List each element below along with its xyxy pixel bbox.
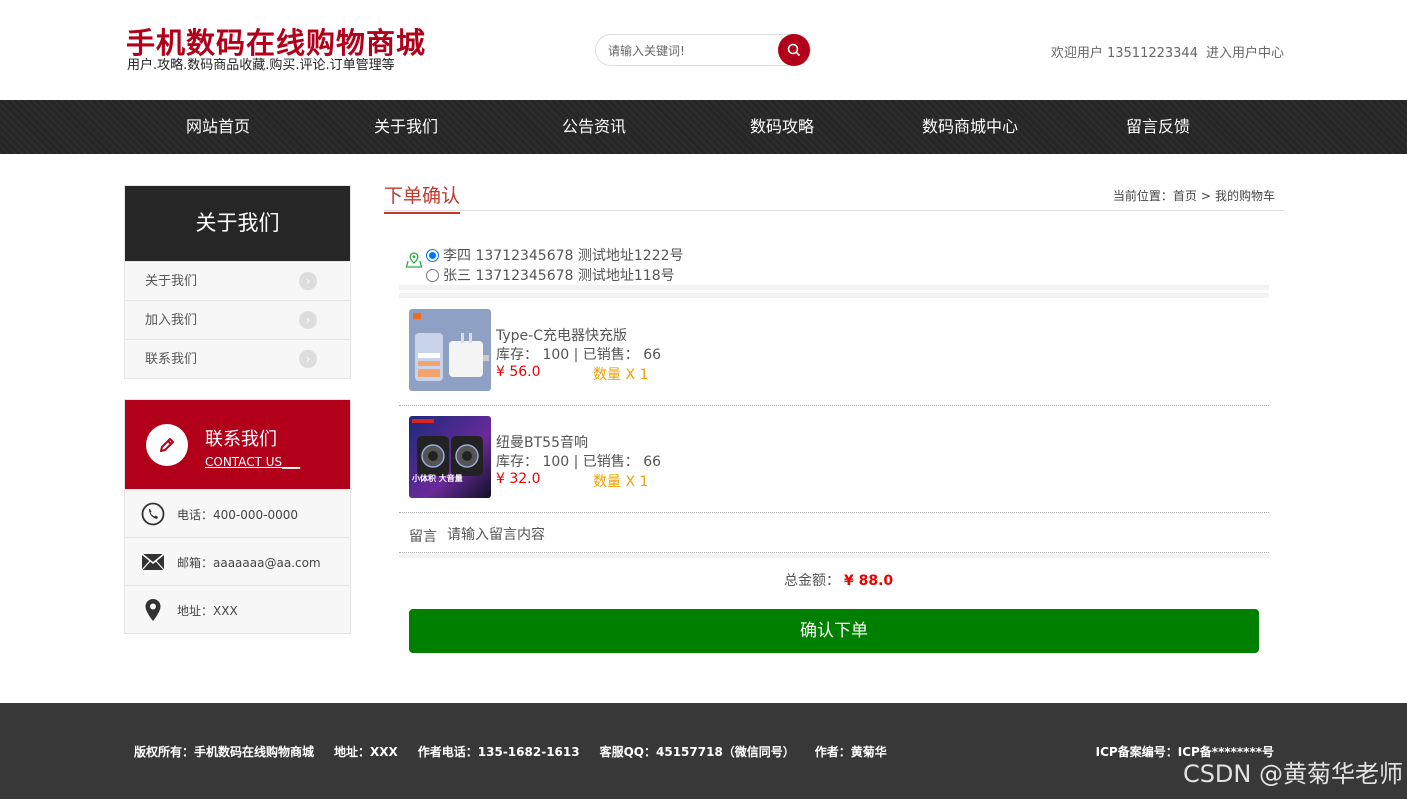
nav-item-home[interactable]: 网站首页 [138, 100, 298, 154]
address-option-2[interactable]: 张三 13712345678 测试地址118号 [426, 265, 675, 285]
confirm-order-button[interactable]: 确认下单 [409, 609, 1259, 653]
total-label: 总金额： [784, 573, 840, 589]
address-radio-1[interactable] [426, 248, 439, 262]
sidebar-item-label: 联系我们 [145, 352, 198, 367]
sidebar-about-title: 关于我们 [125, 186, 350, 261]
address-text-2: 张三 13712345678 测试地址118号 [443, 268, 675, 284]
site-subtitle: 用户.攻略.数码商品收藏.购买.评论.订单管理等 [127, 58, 395, 73]
watermark: CSDN @黄菊华老师 [1182, 760, 1403, 788]
search-icon [787, 43, 801, 57]
phone-icon [141, 502, 165, 526]
contact-subtitle: CONTACT US___ [205, 455, 301, 469]
chevron-right-icon: › [299, 272, 317, 290]
footer-phone: 作者电话：135-1682-1613 [417, 745, 580, 759]
breadcrumb-home[interactable]: 首页 [1173, 189, 1197, 203]
contact-address-text: 地址：XXX [177, 604, 238, 618]
product-name[interactable]: 纽曼BT55音响 [496, 432, 588, 452]
nav-item-about[interactable]: 关于我们 [326, 100, 486, 154]
product-image-caption: 小体积 大音量 [412, 474, 463, 483]
contact-email-text: 邮箱：aaaaaaa@aa.com [177, 556, 321, 570]
user-center-link[interactable]: 进入用户中心 [1206, 46, 1284, 61]
map-pin-icon [141, 598, 165, 622]
chevron-right-icon: › [299, 350, 317, 368]
product-stock: 库存： 100 | 已销售： 66 [496, 347, 662, 363]
nav-item-feedback[interactable]: 留言反馈 [1078, 100, 1238, 154]
product-price: ¥ 56.0 [496, 364, 541, 380]
address-radio-2[interactable] [426, 268, 439, 282]
cart-item: 小体积 大音量 纽曼BT55音响 库存： 100 | 已销售： 66 ¥ 32.… [409, 416, 1259, 498]
address-text-1: 李四 13712345678 测试地址1222号 [443, 248, 684, 264]
user-info: 欢迎用户 13511223344 进入用户中心 [1051, 42, 1284, 61]
contact-phone-text: 电话：400-000-0000 [177, 508, 299, 522]
title-divider [384, 210, 1284, 211]
section-divider [399, 285, 1269, 290]
item-divider [399, 512, 1269, 513]
search-box [595, 34, 811, 66]
sidebar-contact: 联系我们 CONTACT US___ 电话：400-000-0000 邮箱：aa… [124, 399, 351, 634]
contact-title: 联系我们 [205, 429, 277, 450]
search-button[interactable] [778, 34, 810, 66]
message-divider [399, 552, 1269, 553]
sidebar-about: 关于我们 关于我们 › 加入我们 › 联系我们 › [124, 185, 351, 379]
welcome-text: 欢迎用户 13511223344 [1050, 46, 1198, 61]
order-total: 总金额： ¥ 88.0 [784, 570, 893, 590]
message-label: 留言 [409, 529, 437, 545]
product-stock: 库存： 100 | 已销售： 66 [496, 454, 662, 470]
product-image-charger[interactable] [409, 309, 491, 391]
nav-item-guides[interactable]: 数码攻略 [702, 100, 862, 154]
contact-phone: 电话：400-000-0000 [125, 489, 350, 537]
sidebar-item-label: 关于我们 [145, 274, 198, 289]
nav-item-mall[interactable]: 数码商城中心 [890, 100, 1050, 154]
chevron-right-icon: › [299, 311, 317, 329]
item-divider [399, 405, 1269, 406]
product-quantity: 数量 X 1 [593, 367, 649, 383]
breadcrumb-separator: > [1200, 189, 1211, 203]
breadcrumb-current[interactable]: 我的购物车 [1215, 189, 1275, 203]
product-image-speaker[interactable]: 小体积 大音量 [409, 416, 491, 498]
location-icon [405, 251, 423, 269]
footer-copyright: 版权所有：手机数码在线购物商城 [134, 745, 315, 759]
message-input[interactable] [447, 524, 1147, 546]
sidebar-item-join[interactable]: 加入我们 › [125, 300, 350, 339]
cart-item: Type-C充电器快充版 库存： 100 | 已销售： 66 ¥ 56.0 数量… [409, 309, 1259, 391]
total-amount: ¥ 88.0 [844, 573, 894, 589]
footer-address: 地址：XXX [334, 745, 398, 759]
footer-qq: 客服QQ：45157718（微信同号） [599, 745, 795, 759]
breadcrumb: 当前位置：首页 > 我的购物车 [1113, 187, 1275, 204]
breadcrumb-prefix: 当前位置： [1112, 189, 1173, 203]
mail-icon [141, 550, 165, 574]
sidebar-item-about[interactable]: 关于我们 › [125, 261, 350, 300]
address-option-1[interactable]: 李四 13712345678 测试地址1222号 [426, 245, 684, 265]
nav-item-news[interactable]: 公告资讯 [514, 100, 674, 154]
site-header: 手机数码在线购物商城 用户.攻略.数码商品收藏.购买.评论.订单管理等 欢迎用户… [0, 0, 1407, 100]
contact-address: 地址：XXX [125, 585, 350, 633]
product-quantity: 数量 X 1 [593, 474, 649, 490]
main-nav: 网站首页 关于我们 公告资讯 数码攻略 数码商城中心 留言反馈 [0, 100, 1407, 154]
footer-info: 版权所有：手机数码在线购物商城 地址：XXX 作者电话：135-1682-1613 客… [134, 743, 907, 760]
section-divider [399, 293, 1269, 298]
contact-header: 联系我们 CONTACT US___ [125, 400, 350, 489]
sidebar-item-label: 加入我们 [145, 313, 198, 328]
footer-author: 作者：黄菊华 [814, 745, 887, 759]
product-name[interactable]: Type-C充电器快充版 [496, 325, 627, 345]
search-input[interactable] [608, 41, 768, 61]
product-price: ¥ 32.0 [496, 471, 541, 487]
sidebar-item-contact[interactable]: 联系我们 › [125, 339, 350, 378]
contact-email: 邮箱：aaaaaaa@aa.com [125, 537, 350, 585]
pencil-icon [146, 424, 188, 466]
section-divider [399, 554, 1269, 558]
